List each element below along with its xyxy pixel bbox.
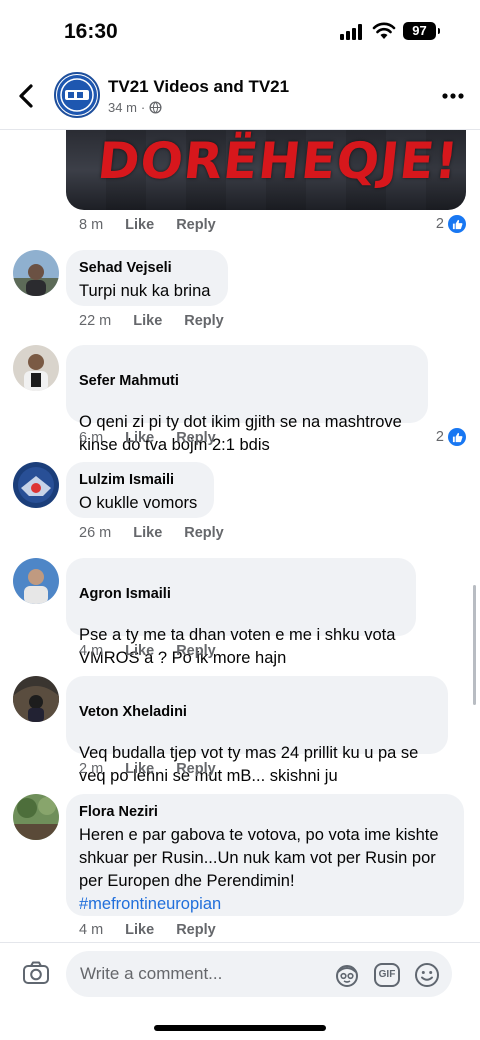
comment-text: O kuklle vomors <box>79 494 198 512</box>
comment-text: Heren e par gabova te votova, po vota im… <box>79 826 439 890</box>
comment-bubble[interactable]: Agron Ismaili Pse a ty me ta dhan voten … <box>66 558 416 667</box>
comment-time: 8 m <box>79 217 104 233</box>
more-icon[interactable] <box>442 92 464 100</box>
reply-button[interactable]: Reply <box>176 761 216 777</box>
status-time: 16:30 <box>64 20 118 43</box>
post-meta: 34 m · <box>108 100 162 115</box>
reply-button[interactable]: Reply <box>176 643 216 659</box>
post-header: TV21 Videos and TV21 34 m · <box>0 62 480 130</box>
page-title[interactable]: TV21 Videos and TV21 <box>108 77 289 97</box>
comment-time: 4 m <box>79 643 104 659</box>
comment-actions: 4 m Like Reply <box>79 922 216 938</box>
avatar[interactable] <box>13 462 59 508</box>
comment-bubble[interactable]: Veton Xheladini Veq budalla tjep vot ty … <box>66 676 448 785</box>
globe-icon <box>149 101 162 114</box>
gif-icon[interactable]: GIF <box>374 963 400 987</box>
comment-bubble[interactable]: Flora Neziri Heren e par gabova te votov… <box>66 794 464 916</box>
comment-actions: 26 m Like Reply <box>79 525 224 541</box>
comment-actions: 2 m Like Reply <box>79 761 216 777</box>
like-button[interactable]: Like <box>125 761 154 777</box>
status-bar: 16:30 97 <box>0 0 480 62</box>
comment-time: 26 m <box>79 525 112 541</box>
back-icon[interactable] <box>14 82 40 110</box>
comment-time: 2 m <box>79 761 104 777</box>
comment-actions: 22 m Like Reply <box>79 313 224 329</box>
wifi-icon <box>372 22 396 39</box>
like-icon <box>448 428 466 446</box>
comment-time: 22 m <box>79 313 112 329</box>
comment-image[interactable]: DORËHEQJE! <box>66 130 466 210</box>
comment-input[interactable]: Write a comment... GIF <box>66 951 452 997</box>
comment-bubble[interactable]: Sefer Mahmuti O qeni zi pi ty dot ikim g… <box>66 345 428 454</box>
comment-author[interactable]: Flora Neziri <box>79 803 451 821</box>
comment-actions: 8 m Like Reply <box>79 217 216 233</box>
meta-separator: · <box>140 100 146 115</box>
avatar[interactable] <box>13 558 59 604</box>
reply-button[interactable]: Reply <box>184 313 224 329</box>
comment-author[interactable]: Sefer Mahmuti <box>79 372 415 390</box>
like-button[interactable]: Like <box>125 643 154 659</box>
reply-button[interactable]: Reply <box>184 525 224 541</box>
comment-bubble[interactable]: Sehad Vejseli Turpi nuk ka brina <box>66 250 228 306</box>
comment-actions: 4 m Like Reply <box>79 643 216 659</box>
comment-placeholder: Write a comment... <box>80 964 223 983</box>
comment-actions: 6 m Like Reply <box>79 430 216 446</box>
like-button[interactable]: Like <box>125 430 154 446</box>
scrollbar[interactable] <box>473 585 476 705</box>
like-button[interactable]: Like <box>125 217 154 233</box>
emoji-icon[interactable] <box>414 962 440 988</box>
comment-time: 4 m <box>79 922 104 938</box>
reply-button[interactable]: Reply <box>176 922 216 938</box>
image-overlay-text: DORËHEQJE! <box>94 132 462 190</box>
comment-author[interactable]: Lulzim Ismaili <box>79 471 201 489</box>
reaction-count[interactable]: 2 <box>436 215 466 233</box>
like-button[interactable]: Like <box>133 313 162 329</box>
reaction-number: 2 <box>435 216 444 232</box>
comment-author[interactable]: Agron Ismaili <box>79 585 403 603</box>
avatar[interactable] <box>13 250 59 296</box>
like-icon <box>448 215 466 233</box>
comment-time: 6 m <box>79 430 104 446</box>
avatar-sticker-icon[interactable] <box>334 962 360 988</box>
comment-author[interactable]: Sehad Vejseli <box>79 259 215 277</box>
camera-icon[interactable] <box>22 959 50 987</box>
home-indicator[interactable] <box>154 1025 326 1031</box>
avatar[interactable] <box>13 345 59 391</box>
avatar[interactable] <box>13 794 59 840</box>
comment-hashtag[interactable]: #mefrontineuropian <box>79 893 451 916</box>
comment-author[interactable]: Veton Xheladini <box>79 703 435 721</box>
page-avatar[interactable] <box>54 72 100 118</box>
reply-button[interactable]: Reply <box>176 217 216 233</box>
post-time: 34 m <box>108 100 137 115</box>
avatar[interactable] <box>13 676 59 722</box>
like-button[interactable]: Like <box>133 525 162 541</box>
reaction-number: 2 <box>435 429 444 445</box>
comment-bubble[interactable]: Lulzim Ismaili O kuklle vomors <box>66 462 214 518</box>
reply-button[interactable]: Reply <box>176 430 216 446</box>
signal-icon <box>340 24 364 40</box>
reaction-count[interactable]: 2 <box>436 428 466 446</box>
like-button[interactable]: Like <box>125 922 154 938</box>
comment-text: Turpi nuk ka brina <box>79 282 211 300</box>
battery-indicator: 97 <box>403 22 440 40</box>
